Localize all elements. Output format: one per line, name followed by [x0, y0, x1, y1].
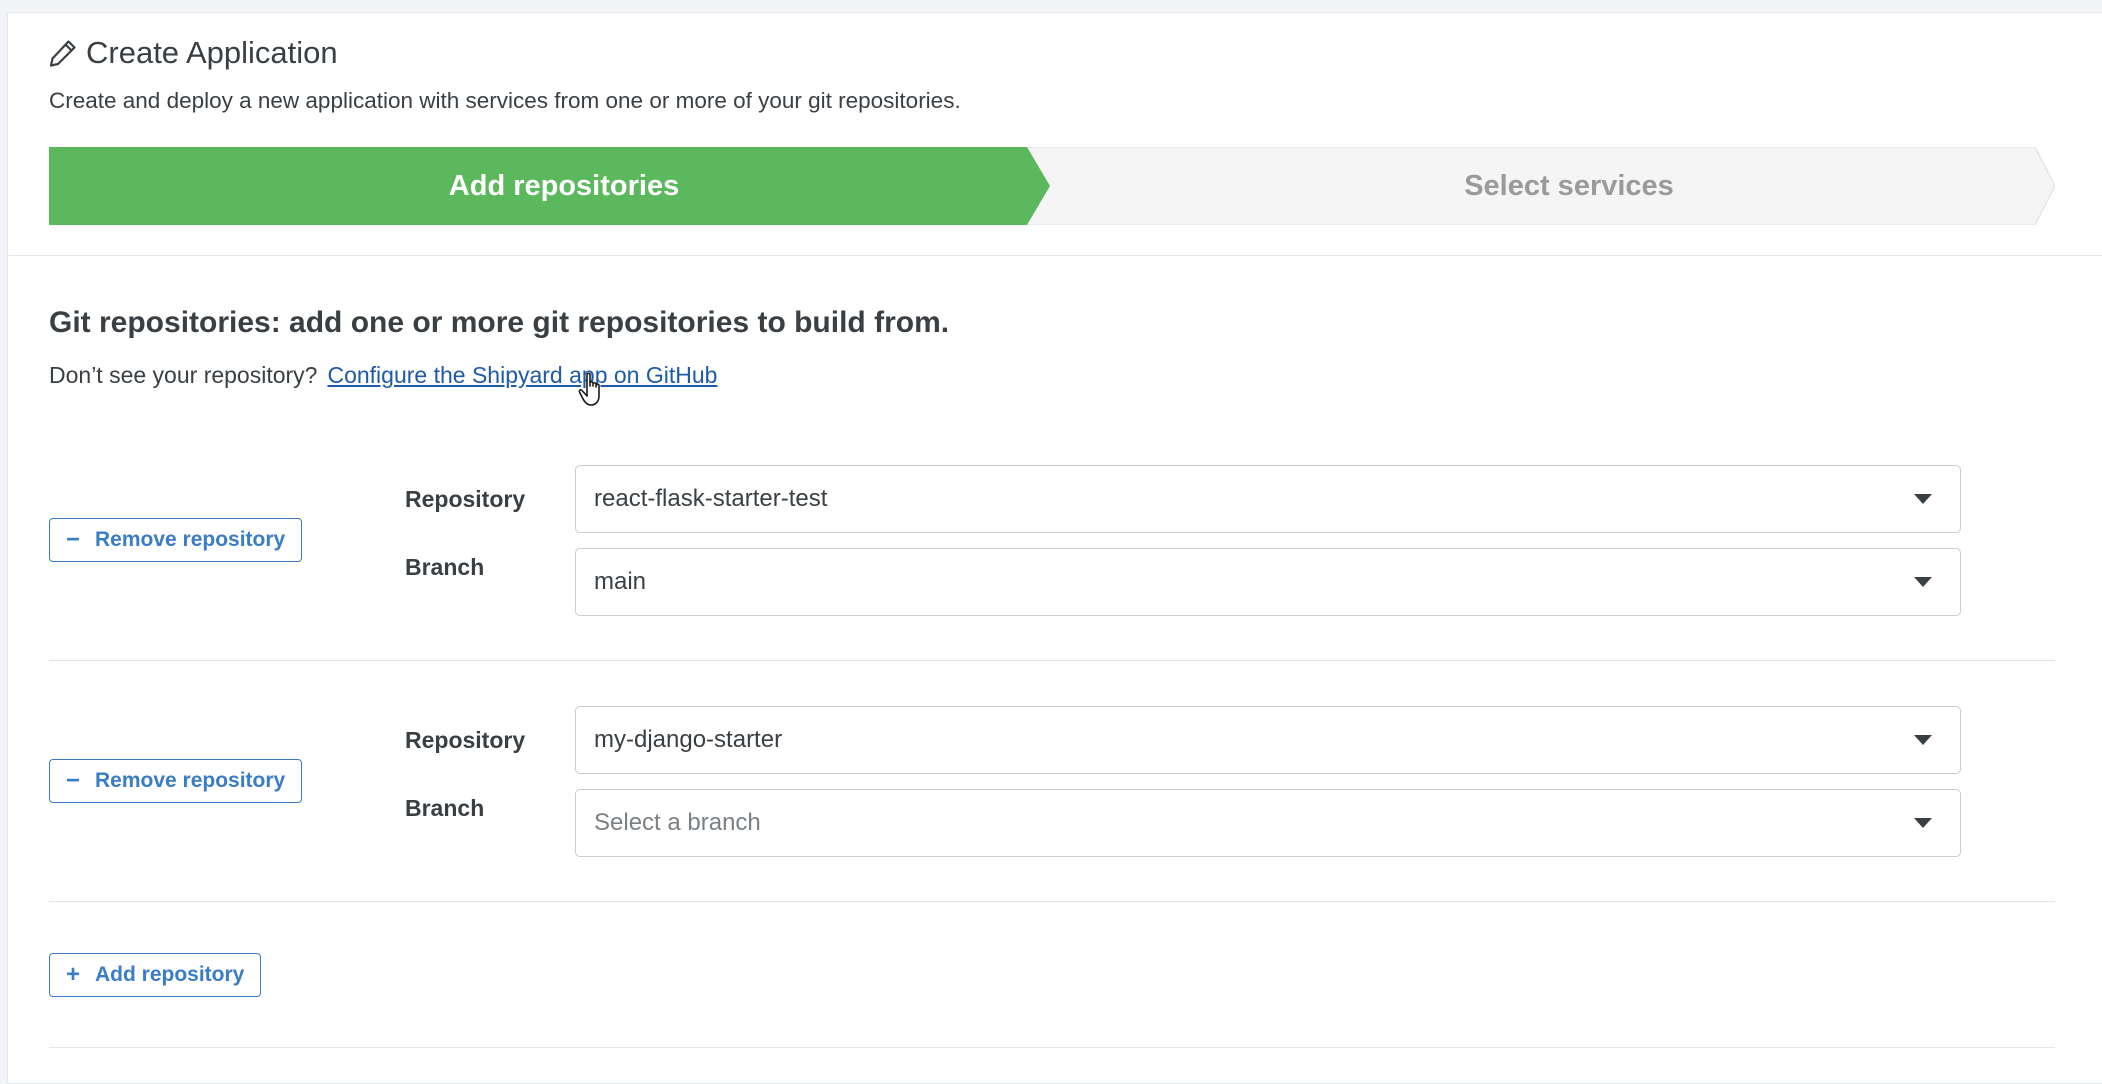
branch-select-value: main — [594, 568, 647, 595]
configure-github-link[interactable]: Configure the Shipyard app on GitHub — [327, 362, 717, 388]
branch-select-placeholder: Select a branch — [594, 809, 761, 836]
caret-down-icon — [1914, 577, 1932, 587]
plus-icon: + — [65, 961, 80, 988]
repository-select[interactable]: react-flask-starter-test — [575, 465, 1961, 533]
footer-divider — [49, 1047, 2055, 1048]
add-repository-button[interactable]: + Add repository — [49, 953, 262, 997]
remove-repository-button[interactable]: − Remove repository — [49, 518, 303, 562]
page-title: Create Application — [48, 33, 338, 73]
caret-down-icon — [1914, 818, 1932, 828]
add-repository-label: Add repository — [95, 963, 245, 986]
section-title: Git repositories: add one or more git re… — [49, 306, 950, 339]
repository-label: Repository — [405, 727, 526, 753]
repository-select-value: my-django-starter — [594, 726, 783, 753]
repository-select[interactable]: my-django-starter — [575, 706, 1961, 774]
remove-repository-button[interactable]: − Remove repository — [49, 759, 303, 803]
wizard-steps: Add repositories Select services — [49, 147, 2055, 225]
minus-icon: − — [65, 767, 80, 794]
remove-repository-label: Remove repository — [95, 769, 286, 792]
step-select-services[interactable]: Select services — [1079, 147, 2059, 225]
page-description: Create and deploy a new application with… — [49, 88, 961, 113]
hint-text: Don’t see your repository? — [49, 362, 318, 388]
branch-label: Branch — [405, 554, 485, 580]
step-add-repositories[interactable]: Add repositories — [49, 147, 1079, 225]
repository-hint: Don’t see your repository? Configure the … — [49, 362, 717, 389]
repository-divider — [49, 660, 2055, 661]
branch-label: Branch — [405, 795, 485, 821]
page-title-text: Create Application — [86, 35, 338, 70]
repository-divider — [49, 901, 2055, 902]
minus-icon: − — [65, 526, 80, 553]
header-divider — [7, 255, 2102, 256]
repository-select-value: react-flask-starter-test — [594, 485, 828, 512]
repository-label: Repository — [405, 486, 526, 512]
caret-down-icon — [1914, 494, 1932, 504]
pencil-icon — [48, 38, 78, 68]
hand-pointer-icon — [578, 372, 608, 413]
branch-select[interactable]: Select a branch — [575, 789, 1961, 857]
remove-repository-label: Remove repository — [95, 528, 286, 551]
caret-down-icon — [1914, 735, 1932, 745]
branch-select[interactable]: main — [575, 548, 1961, 616]
